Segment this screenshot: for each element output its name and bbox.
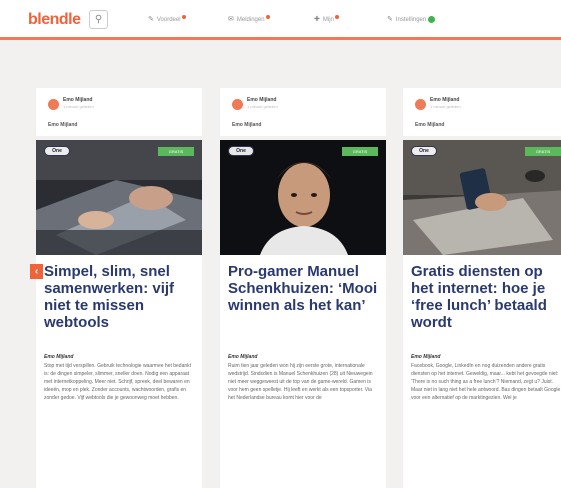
article-byline: Emo Mijland: [44, 354, 74, 360]
article-card[interactable]: One GRATIS Simpel, slim, snel samenwerke…: [36, 140, 202, 488]
status-badge: GRATIS: [342, 147, 378, 156]
search-button[interactable]: ⚲: [89, 10, 108, 29]
nav-item-instellingen[interactable]: ✎ Instellingen: [387, 15, 436, 23]
author-card[interactable]: Emo Mijland 1 minuut geleden Emo Mijland: [36, 88, 202, 136]
article-headline[interactable]: Pro-gamer Manuel Schenkhuizen: ‘Mooi win…: [228, 263, 386, 314]
publisher-logo: One: [44, 146, 70, 156]
pin-icon: ✚: [314, 16, 320, 23]
article-excerpt: Stop met tijd verspillen. Gebruik techno…: [44, 363, 192, 401]
search-icon: ⚲: [94, 14, 103, 25]
article-byline: Emo Mijland: [228, 354, 258, 360]
article-headline[interactable]: Gratis diensten op het internet: hoe je …: [411, 263, 561, 331]
author-card[interactable]: Emo Mijland 1 minuut geleden Emo Mijland: [403, 88, 561, 136]
article-excerpt: Ruim tien jaar geleden won hij zijn eers…: [228, 363, 373, 401]
author-timestamp: 1 minuut geleden: [430, 104, 461, 109]
pencil-icon: ✎: [148, 16, 154, 23]
article-byline: Emo Mijland: [411, 354, 441, 360]
status-badge: GRATIS: [158, 147, 194, 156]
status-badge: [428, 15, 436, 23]
pencil-icon: ✎: [387, 16, 393, 23]
previous-arrow-button[interactable]: ‹: [30, 264, 43, 279]
blendle-logo[interactable]: blendle: [28, 11, 81, 29]
article-column: Emo Mijland 1 minuut geleden Emo Mijland…: [220, 88, 386, 488]
publisher-logo: One: [228, 146, 254, 156]
avatar: [232, 99, 243, 110]
author-card[interactable]: Emo Mijland 1 minuut geleden Emo Mijland: [220, 88, 386, 136]
fade-overlay: [403, 448, 561, 488]
nav-item-label: Voordeel: [156, 17, 181, 23]
notification-dot: [334, 15, 339, 19]
author-name: Emo Mijland: [247, 97, 277, 103]
mail-icon: ✉: [228, 16, 234, 23]
nav-item-mijn[interactable]: ✚ Mijn: [314, 15, 339, 23]
article-image: One GRATIS: [220, 140, 386, 255]
nav-item-meldingen[interactable]: ✉ Meldingen: [228, 15, 270, 23]
status-badge: GRATIS: [525, 147, 561, 156]
nav-item-label: Meldingen: [236, 17, 265, 23]
avatar: [48, 99, 59, 110]
fade-overlay: [220, 448, 386, 488]
notification-dot: [265, 15, 270, 19]
article-image: One GRATIS: [36, 140, 202, 255]
article-column: Emo Mijland 1 minuut geleden Emo Mijland…: [403, 88, 561, 488]
notification-dot: [181, 15, 186, 19]
article-card[interactable]: One GRATIS Pro-gamer Manuel Schenkhuizen…: [220, 140, 386, 488]
article-image: One GRATIS: [403, 140, 561, 255]
author-name: Emo Mijland: [430, 97, 460, 103]
article-column: Emo Mijland 1 minuut geleden Emo Mijland…: [36, 88, 202, 488]
article-headline[interactable]: Simpel, slim, snel samenwerken: vijf nie…: [44, 263, 202, 331]
author-subtitle: Emo Mijland: [232, 122, 262, 128]
publisher-logo: One: [411, 146, 437, 156]
author-subtitle: Emo Mijland: [415, 122, 445, 128]
avatar: [415, 99, 426, 110]
author-timestamp: 1 minuut geleden: [63, 104, 94, 109]
chevron-left-icon: ‹: [34, 266, 39, 277]
article-card[interactable]: One GRATIS Gratis diensten op het intern…: [403, 140, 561, 488]
nav-item-voordeel[interactable]: ✎ Voordeel: [148, 15, 186, 23]
author-timestamp: 1 minuut geleden: [247, 104, 278, 109]
author-name: Emo Mijland: [63, 97, 93, 103]
nav-item-label: Instellingen: [395, 17, 427, 23]
nav-item-label: Mijn: [322, 17, 334, 23]
author-subtitle: Emo Mijland: [48, 122, 78, 128]
article-excerpt: Facebook, Google, LinkedIn en nog duizen…: [411, 363, 561, 401]
top-navbar: blendle ⚲ ✎ Voordeel ✉ Meldingen ✚ Mijn ✎ In…: [0, 0, 561, 40]
fade-overlay: [36, 448, 202, 488]
